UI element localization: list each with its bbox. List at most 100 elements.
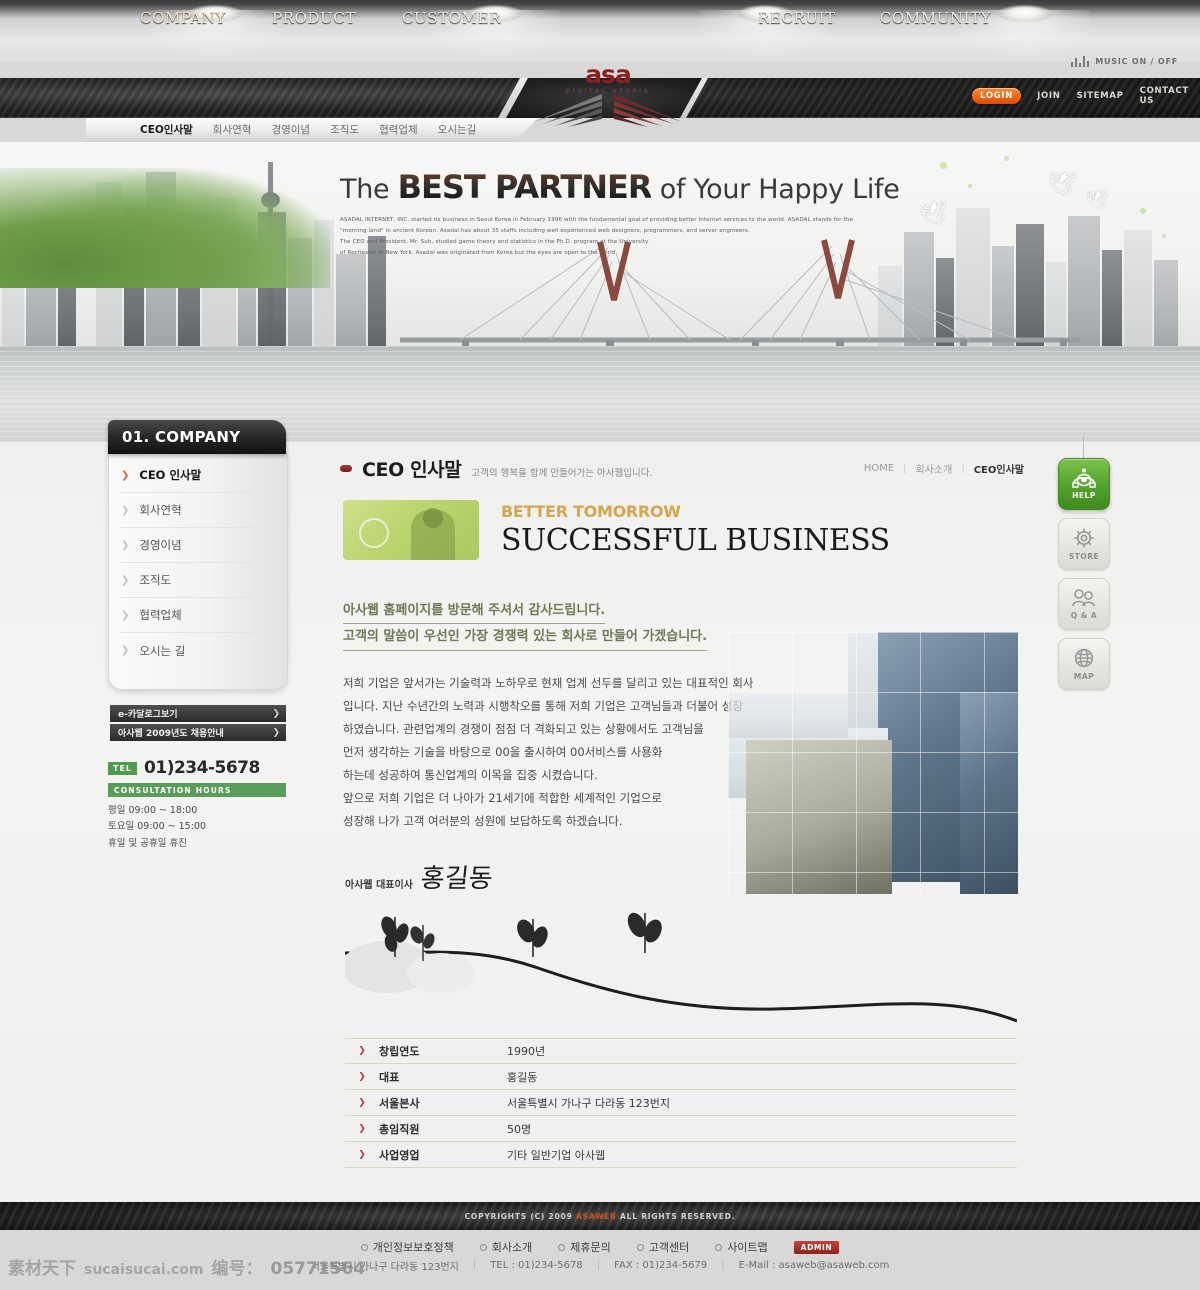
table-key: 대표 — [379, 1070, 400, 1084]
sidebar-item-ceo-greeting[interactable]: ❯ CEO 인사말 — [121, 458, 275, 493]
chevron-right-icon: ❯ — [121, 574, 130, 586]
sitemap-link[interactable]: SITEMAP — [1077, 91, 1124, 101]
nav-item-recruit[interactable]: RECRUIT — [758, 9, 836, 27]
contact-us-link[interactable]: CONTACT US — [1140, 86, 1200, 106]
watermark-site-cn: 素材天下 — [8, 1259, 76, 1279]
hero-banner: 🕊 🕊 🕊 The BEST PARTNER of Your Happy Lif… — [0, 142, 1200, 442]
body-line: 하는데 성공하여 통신업계의 이목을 집중 시켰습니다. — [343, 768, 598, 782]
collage-grid-overlay — [728, 632, 1018, 894]
decorative-wave-graphic — [345, 912, 1017, 1023]
footer-link-sitemap[interactable]: 사이트맵 — [715, 1239, 768, 1255]
site-logo[interactable]: asa DIGITAL UTOPIA — [528, 58, 688, 128]
quick-link-map[interactable]: MAP — [1058, 638, 1110, 690]
auth-links-group: LOGIN JOIN SITEMAP CONTACT US — [972, 86, 1200, 106]
signature-block: 아사웹 대표이사 홍길동 — [345, 858, 494, 895]
leaf-icon — [627, 912, 662, 953]
hero-text-block: The BEST PARTNER of Your Happy Life ASAD… — [340, 169, 900, 259]
telephone-icon — [1072, 468, 1096, 488]
consultation-hours-label: CONSULTATION HOURS — [114, 785, 232, 795]
subnav-item-partners[interactable]: 협력업체 — [379, 122, 418, 137]
table-value: 1990년 — [507, 1045, 546, 1058]
subnav-item-org-chart[interactable]: 조직도 — [330, 122, 359, 137]
subnav-item-philosophy[interactable]: 경영이념 — [271, 122, 310, 137]
company-info-table: ❯ 창립연도 1990년 ❯ 대표 홍길동 ❯ 서울본사 서울특별시 가나구 다… — [345, 1038, 1017, 1168]
table-value: 서울특별시 가나구 다라동 123번지 — [507, 1096, 671, 1110]
tel-number: 01)234-5678 — [144, 758, 260, 778]
sidebar-menu: ❯ CEO 인사말 ❯ 회사연혁 ❯ 경영이념 ❯ 조직도 ❯ 협력업체 ❯ 오… — [108, 452, 288, 690]
photo-collage — [728, 632, 1018, 894]
quick-links-stem — [1083, 436, 1084, 458]
watermark-site: sucaisucai.com — [84, 1262, 204, 1278]
quick-link-store[interactable]: STORE — [1058, 518, 1110, 570]
login-button[interactable]: LOGIN — [972, 88, 1022, 104]
clock-icon — [359, 518, 389, 548]
quick-link-label: HELP — [1072, 491, 1096, 500]
recruit-notice-button[interactable]: 아사웹 2009년도 채용안내 ❯ — [110, 724, 286, 741]
subnav-items: CEO인사말 회사연혁 경영이념 조직도 협력업체 오시는길 — [140, 122, 476, 137]
sidebar-item-org-chart[interactable]: ❯ 조직도 — [121, 563, 275, 598]
subnav-item-directions[interactable]: 오시는길 — [438, 122, 477, 137]
hero-title-pre: The — [340, 174, 390, 205]
table-value: 50명 — [507, 1122, 532, 1136]
chevron-right-icon: ❯ — [121, 469, 130, 481]
join-link[interactable]: JOIN — [1037, 91, 1060, 101]
footer-link-privacy[interactable]: 개인정보보호정책 — [360, 1239, 454, 1255]
body-line: 입니다. 지난 수년간의 노력과 시행착오를 통해 저희 기업은 고객님들과 더… — [343, 699, 743, 713]
ecatalog-button[interactable]: e-카달로그보기 ❯ — [110, 705, 286, 722]
footer-link-about[interactable]: 회사소개 — [479, 1239, 532, 1255]
chevron-right-icon: ❯ — [121, 539, 130, 551]
body-copy: 저희 기업은 앞서가는 기술력과 노하우로 현재 업계 선두를 달리고 있는 대… — [343, 672, 763, 833]
consultation-hours-bar: CONSULTATION HOURS — [108, 783, 286, 797]
table-value: 홍길동 — [507, 1070, 538, 1084]
sidebar-item-philosophy[interactable]: ❯ 경영이념 — [121, 528, 275, 563]
logo-wordmark: asa — [585, 60, 632, 89]
sidebar-item-label: CEO 인사말 — [139, 468, 202, 482]
equalizer-icon — [1070, 56, 1090, 67]
bullet-icon — [715, 1243, 723, 1251]
footer-link-label: 개인정보보호정책 — [372, 1241, 454, 1254]
footer-link-partnership[interactable]: 제휴문의 — [558, 1239, 611, 1255]
consultation-hours-list: 평일 09:00 ~ 18:00 토요일 09:00 ~ 15:00 휴일 및 … — [108, 803, 206, 852]
admin-badge[interactable]: ADMIN — [793, 1240, 840, 1254]
nav-item-customer[interactable]: CUSTOMER — [402, 9, 501, 27]
quick-link-qa[interactable]: Q & A — [1058, 578, 1110, 630]
quick-link-help[interactable]: HELP — [1058, 458, 1110, 510]
nav-item-community[interactable]: COMMUNITY — [880, 9, 992, 27]
breadcrumb-home[interactable]: HOME — [864, 463, 894, 474]
signature-name: 홍길동 — [419, 864, 494, 894]
body-line: 앞으로 저희 기업은 더 나아가 21세기에 적합한 세계적인 기업으로 — [343, 791, 662, 805]
copyright-text: COPYRIGHTS (C) 2009 ASAWEB ALL RIGHTS RE… — [465, 1212, 736, 1221]
tree-foliage-graphic — [0, 168, 330, 288]
breadcrumb-parent[interactable]: 회사소개 — [916, 461, 953, 476]
sidebar-item-partners[interactable]: ❯ 협력업체 — [121, 598, 275, 633]
quick-links-panel: HELP STORE Q & A MAP — [1058, 436, 1110, 698]
nav-item-product[interactable]: PRODUCT — [272, 9, 356, 27]
signature-role: 아사웹 대표이사 — [345, 880, 413, 891]
leaf-icon — [517, 919, 548, 957]
page-header: CEO 인사말 고객의 행복을 함께 만들어가는 아사웹입니다. — [340, 455, 653, 482]
footer-link-support[interactable]: 고객센터 — [636, 1239, 689, 1255]
hero-paragraph-line: "morning land" in ancient Korean. Asadal… — [340, 228, 750, 235]
bullet-icon — [360, 1243, 368, 1251]
sidebar-item-history[interactable]: ❯ 회사연혁 — [121, 493, 275, 528]
body-line: 성장해 나가 고객 여러분의 성원에 보답하도록 하겠습니다. — [343, 814, 623, 828]
copyright-pre: COPYRIGHTS (C) 2009 — [464, 1211, 573, 1221]
nav-item-company[interactable]: COMPANY — [140, 9, 226, 27]
hours-line: 토요일 09:00 ~ 15:00 — [108, 821, 206, 833]
hero-paragraph-line: ASADAL INTERNET, INC. started its busine… — [340, 217, 854, 224]
promo-title: SUCCESSFUL BUSINESS — [501, 523, 890, 558]
music-on-off-toggle[interactable]: MUSIC ON / OFF — [1070, 56, 1178, 67]
breadcrumb-separator: | — [961, 463, 965, 474]
sidebar-item-directions[interactable]: ❯ 오시는 길 — [121, 633, 275, 668]
subnav-item-ceo-greeting[interactable]: CEO인사말 — [140, 122, 193, 137]
table-value: 기타 일반기업 아사웹 — [507, 1148, 606, 1162]
table-row: ❯ 창립연도 1990년 — [345, 1038, 1017, 1064]
promo-kicker: BETTER TOMORROW — [501, 502, 681, 521]
body-line: 먼저 생각하는 기술을 바탕으로 00을 출시하여 00서비스를 사용화 — [343, 745, 663, 759]
table-row: ❯ 사업영업 기타 일반기업 아사웹 — [345, 1142, 1017, 1168]
divider: | — [472, 1260, 477, 1271]
hero-title: The BEST PARTNER of Your Happy Life — [340, 169, 900, 205]
table-row: ❯ 대표 홍길동 — [345, 1064, 1017, 1090]
ecatalog-button-label: e-카달로그보기 — [118, 710, 178, 720]
subnav-item-history[interactable]: 회사연혁 — [213, 122, 252, 137]
